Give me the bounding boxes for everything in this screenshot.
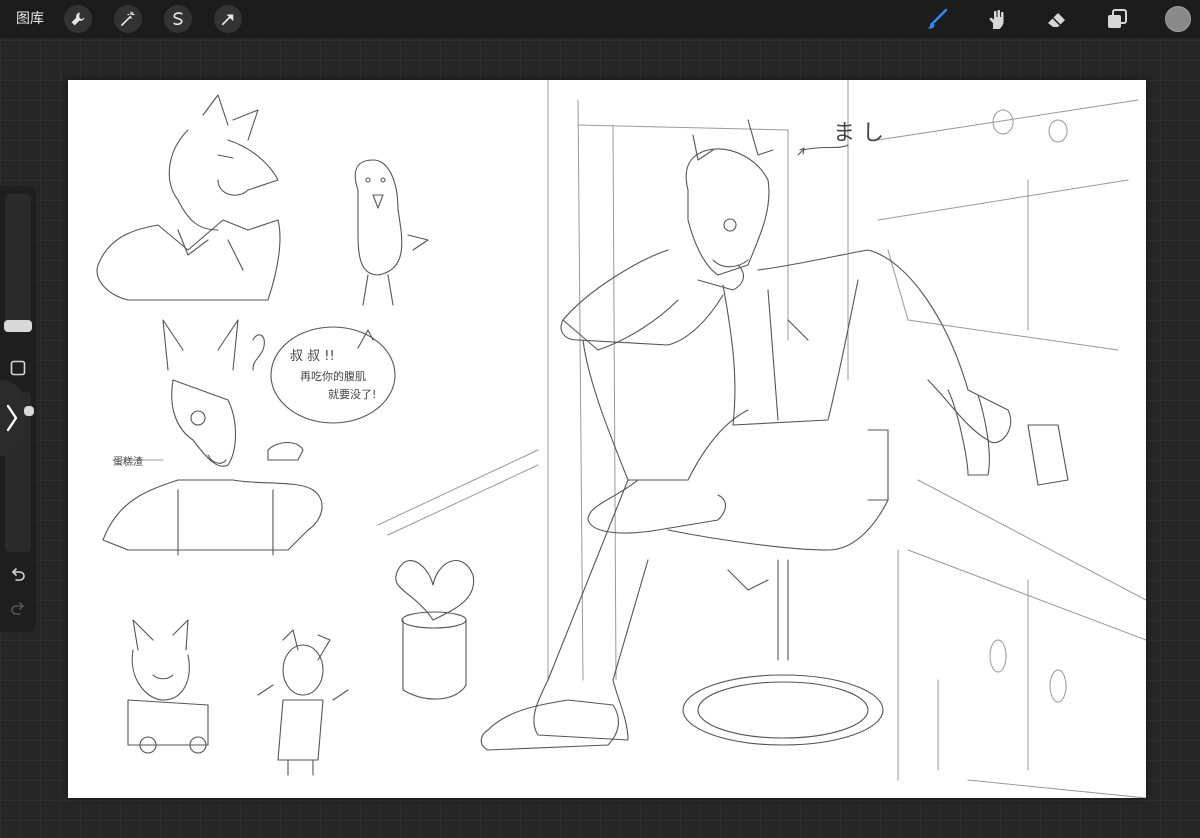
gallery-button[interactable]: 图库 <box>16 9 44 29</box>
speech-line-1: 叔 叔 !! <box>290 349 335 364</box>
eraser-icon[interactable] <box>1042 4 1072 34</box>
top-toolbar: 图库 <box>0 0 1200 38</box>
chibi-sketch-right <box>257 629 349 776</box>
opacity-thumb[interactable] <box>24 406 34 416</box>
main-character-sketch <box>480 119 1069 751</box>
speech-line-2: 再吃你的腹肌 <box>300 369 366 383</box>
layers-icon[interactable] <box>1102 4 1132 34</box>
brush-size-slider[interactable] <box>5 194 31 324</box>
redo-button[interactable] <box>8 598 28 618</box>
annotation-arrow <box>797 144 849 156</box>
sketch-artwork: 叔 叔 !! 再吃你的腹肌 就要没了! 蛋糕渣 ま し <box>96 80 1146 798</box>
character-head-sketch <box>96 94 281 301</box>
plant-pot-sketch <box>395 560 475 700</box>
drawing-canvas[interactable]: 叔 叔 !! 再吃你的腹肌 就要没了! 蛋糕渣 ま し <box>68 80 1146 798</box>
annotation-top-right: ま し <box>833 121 884 146</box>
bird-sketch <box>354 159 429 306</box>
square-icon <box>10 360 26 376</box>
brush-icon[interactable] <box>922 4 952 34</box>
cake-label: 蛋糕渣 <box>113 455 143 468</box>
smudge-icon[interactable] <box>982 4 1012 34</box>
sidebar-collapse-tab[interactable] <box>0 380 24 456</box>
selection-icon[interactable] <box>164 5 192 33</box>
redo-icon <box>11 602 25 615</box>
chevron-right-icon <box>6 404 18 432</box>
arrow-cursor-icon[interactable] <box>214 5 242 33</box>
speech-bubble: 叔 叔 !! 再吃你的腹肌 就要没了! <box>270 326 396 424</box>
wrench-icon[interactable] <box>64 5 92 33</box>
undo-icon <box>11 568 25 581</box>
brush-size-thumb[interactable] <box>4 320 32 332</box>
color-swatch[interactable] <box>1165 6 1191 32</box>
modify-button[interactable] <box>8 358 28 378</box>
magic-wand-icon[interactable] <box>114 5 142 33</box>
undo-button[interactable] <box>8 564 28 584</box>
speech-line-3: 就要没了! <box>328 387 376 401</box>
chibi-sketch-left <box>127 619 209 754</box>
